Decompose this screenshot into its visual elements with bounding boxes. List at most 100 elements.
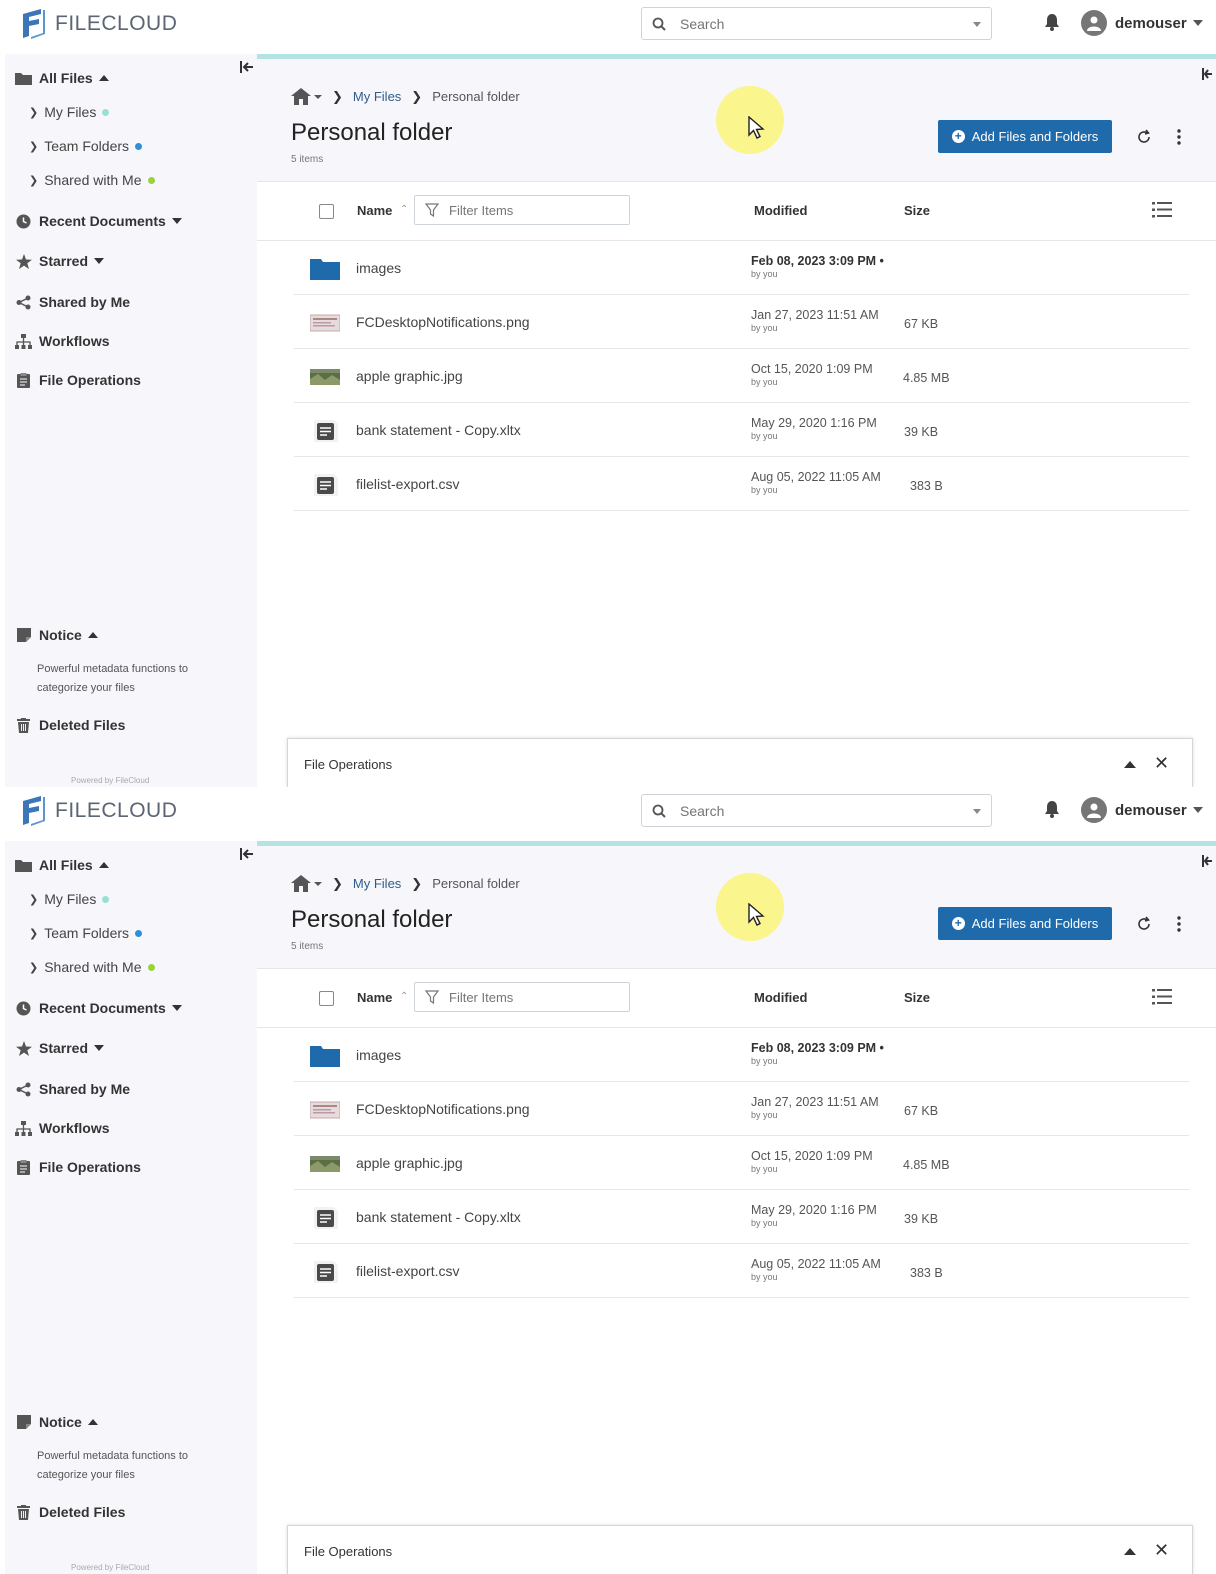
sidebar-item-starred[interactable]: Starred xyxy=(15,253,105,269)
search-options-caret-icon[interactable] xyxy=(973,809,981,814)
status-dot xyxy=(135,929,143,937)
sort-ascending-icon[interactable]: ⌃ xyxy=(400,204,408,215)
sidebar-item-my-files[interactable]: ❯ My Files xyxy=(29,891,110,907)
file-name[interactable]: bank statement - Copy.xltx xyxy=(356,1209,521,1225)
file-name[interactable]: images xyxy=(356,260,401,276)
filecloud-logo[interactable]: FILECLOUD xyxy=(21,8,177,40)
sidebar-item-shared-with-me[interactable]: ❯ Shared with Me xyxy=(29,172,155,188)
collapse-sidebar-icon[interactable] xyxy=(239,847,255,861)
sidebar-item-team-folders[interactable]: ❯ Team Folders xyxy=(29,925,143,941)
sidebar-item-starred[interactable]: Starred xyxy=(15,1040,105,1056)
column-header-size[interactable]: Size xyxy=(904,990,930,1005)
add-files-and-folders-button[interactable]: + Add Files and Folders xyxy=(938,907,1112,940)
search-box[interactable] xyxy=(641,794,992,827)
table-row[interactable]: FCDesktopNotifications.png Jan 27, 2023 … xyxy=(294,1082,1189,1136)
column-header-name[interactable]: Name xyxy=(357,990,392,1005)
close-icon[interactable]: ✕ xyxy=(1154,1540,1169,1561)
sidebar-item-recent-documents[interactable]: Recent Documents xyxy=(15,213,182,229)
table-row[interactable]: apple graphic.jpg Oct 15, 2020 1:09 PM b… xyxy=(294,349,1189,403)
sidebar-item-all-files[interactable]: All Files xyxy=(15,70,109,86)
table-row[interactable]: bank statement - Copy.xltx May 29, 2020 … xyxy=(294,1190,1189,1244)
sidebar-item-workflows[interactable]: Workflows xyxy=(15,1120,110,1136)
expand-panel-icon[interactable] xyxy=(1124,761,1136,768)
file-name[interactable]: FCDesktopNotifications.png xyxy=(356,314,530,330)
home-icon[interactable] xyxy=(291,88,311,105)
column-header-modified[interactable]: Modified xyxy=(754,203,807,218)
column-header-modified[interactable]: Modified xyxy=(754,990,807,1005)
table-row[interactable]: images Feb 08, 2023 3:09 PM • by you xyxy=(294,1028,1189,1082)
sidebar-item-team-folders[interactable]: ❯ Team Folders xyxy=(29,138,143,154)
home-icon[interactable] xyxy=(291,875,311,892)
sidebar-item-file-operations[interactable]: File Operations xyxy=(15,372,141,388)
expand-panel-icon[interactable] xyxy=(1124,1548,1136,1555)
filter-box[interactable] xyxy=(414,195,630,225)
sidebar-item-label: Workflows xyxy=(39,333,110,349)
user-menu[interactable]: demouser xyxy=(1081,10,1203,36)
breadcrumb-my-files[interactable]: My Files xyxy=(353,89,401,104)
search-input[interactable] xyxy=(680,15,950,32)
file-name[interactable]: bank statement - Copy.xltx xyxy=(356,422,521,438)
sidebar-item-shared-by-me[interactable]: Shared by Me xyxy=(15,1081,130,1097)
file-name[interactable]: filelist-export.csv xyxy=(356,1263,459,1279)
table-row[interactable]: filelist-export.csv Aug 05, 2022 11:05 A… xyxy=(294,457,1189,511)
select-all-checkbox[interactable] xyxy=(319,991,334,1006)
select-all-checkbox[interactable] xyxy=(319,204,334,219)
notification-bell-icon[interactable] xyxy=(1044,800,1060,818)
collapse-right-panel-icon[interactable] xyxy=(1200,67,1214,81)
more-options-icon[interactable] xyxy=(1176,915,1182,933)
sidebar-item-my-files[interactable]: ❯ My Files xyxy=(29,104,110,120)
collapse-sidebar-icon[interactable] xyxy=(239,60,255,74)
filecloud-logo[interactable]: FILECLOUD xyxy=(21,795,177,827)
home-dropdown-caret-icon[interactable] xyxy=(314,881,322,886)
notification-bell-icon[interactable] xyxy=(1044,13,1060,31)
sidebar-item-deleted-files[interactable]: Deleted Files xyxy=(15,1504,125,1520)
table-row[interactable]: bank statement - Copy.xltx May 29, 2020 … xyxy=(294,403,1189,457)
sidebar-item-shared-by-me[interactable]: Shared by Me xyxy=(15,294,130,310)
item-count: 5 items xyxy=(291,154,324,165)
status-dot xyxy=(147,176,155,184)
add-files-and-folders-button[interactable]: + Add Files and Folders xyxy=(938,120,1112,153)
column-header-name[interactable]: Name xyxy=(357,203,392,218)
table-row[interactable]: apple graphic.jpg Oct 15, 2020 1:09 PM b… xyxy=(294,1136,1189,1190)
breadcrumb-my-files[interactable]: My Files xyxy=(353,876,401,891)
sidebar-item-all-files[interactable]: All Files xyxy=(15,857,109,873)
sort-ascending-icon[interactable]: ⌃ xyxy=(400,991,408,1002)
sidebar-item-notice[interactable]: Notice xyxy=(15,627,98,643)
list-view-icon[interactable] xyxy=(1152,988,1172,1006)
file-name[interactable]: images xyxy=(356,1047,401,1063)
list-view-icon[interactable] xyxy=(1152,201,1172,219)
filter-input[interactable] xyxy=(449,202,619,218)
column-header-size[interactable]: Size xyxy=(904,203,930,218)
file-size: 39 KB xyxy=(904,1212,939,1226)
sidebar-item-file-operations[interactable]: File Operations xyxy=(15,1159,141,1175)
file-size: 39 KB xyxy=(904,425,939,439)
filter-input[interactable] xyxy=(449,989,619,1005)
close-icon[interactable]: ✕ xyxy=(1154,753,1169,774)
file-name[interactable]: FCDesktopNotifications.png xyxy=(356,1101,530,1117)
search-input[interactable] xyxy=(680,802,950,819)
sidebar-item-workflows[interactable]: Workflows xyxy=(15,333,110,349)
chevron-right-icon: ❯ xyxy=(411,875,423,891)
filter-box[interactable] xyxy=(414,982,630,1012)
search-options-caret-icon[interactable] xyxy=(973,22,981,27)
table-row[interactable]: FCDesktopNotifications.png Jan 27, 2023 … xyxy=(294,295,1189,349)
table-row[interactable]: filelist-export.csv Aug 05, 2022 11:05 A… xyxy=(294,1244,1189,1298)
more-options-icon[interactable] xyxy=(1176,128,1182,146)
home-dropdown-caret-icon[interactable] xyxy=(314,94,322,99)
user-menu[interactable]: demouser xyxy=(1081,797,1203,823)
refresh-icon[interactable] xyxy=(1135,128,1153,146)
folder-header: ❯ My Files ❯ Personal folder Personal fo… xyxy=(257,59,1216,182)
file-name[interactable]: apple graphic.jpg xyxy=(356,1155,463,1171)
collapse-right-panel-icon[interactable] xyxy=(1200,854,1214,868)
search-box[interactable] xyxy=(641,7,992,40)
sidebar-item-recent-documents[interactable]: Recent Documents xyxy=(15,1000,182,1016)
main-panel: ❯ My Files ❯ Personal folder Personal fo… xyxy=(257,54,1216,787)
sidebar-item-shared-with-me[interactable]: ❯ Shared with Me xyxy=(29,959,155,975)
sidebar-item-notice[interactable]: Notice xyxy=(15,1414,98,1430)
file-name[interactable]: apple graphic.jpg xyxy=(356,368,463,384)
refresh-icon[interactable] xyxy=(1135,915,1153,933)
file-operations-panel: File Operations ✕ xyxy=(287,738,1193,787)
file-name[interactable]: filelist-export.csv xyxy=(356,476,459,492)
sidebar-item-deleted-files[interactable]: Deleted Files xyxy=(15,717,125,733)
table-row[interactable]: images Feb 08, 2023 3:09 PM • by you xyxy=(294,241,1189,295)
